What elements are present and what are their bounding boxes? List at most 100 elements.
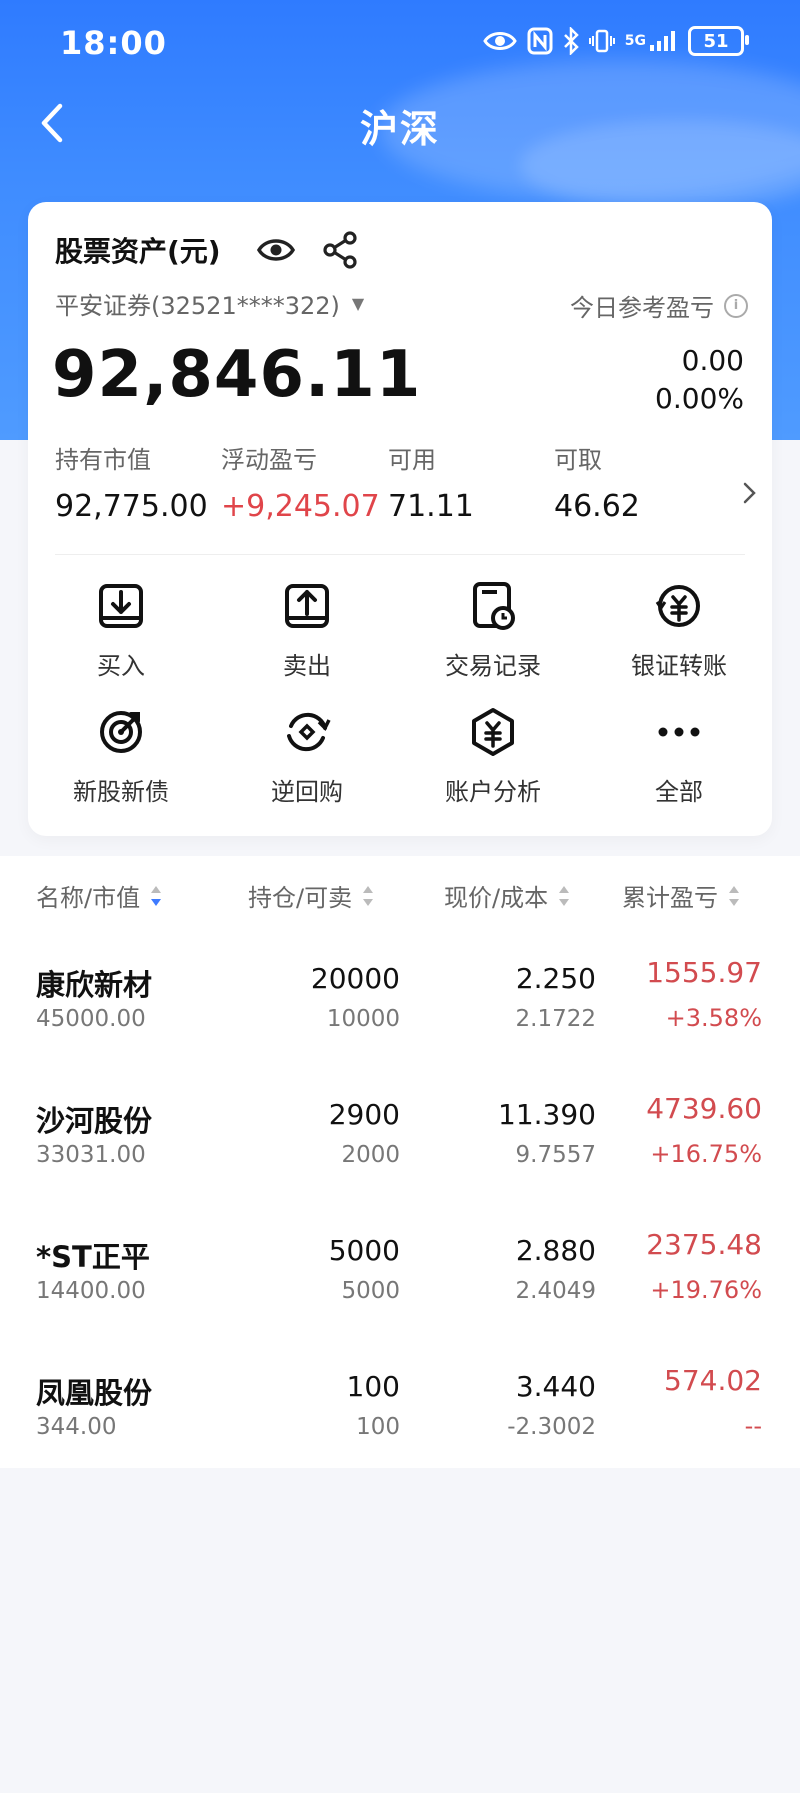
position: 100 — [346, 1370, 400, 1403]
table-row[interactable]: 康欣新材 45000.00 20000 10000 2.250 2.1722 1… — [0, 944, 800, 1080]
cumulative-pl-percent: +16.75% — [650, 1140, 762, 1168]
sort-price[interactable]: 现价/成本 — [444, 878, 570, 913]
battery-level: 51 — [703, 30, 729, 52]
cost-price: -2.3002 — [507, 1414, 596, 1440]
action-all[interactable]: 全部 — [586, 706, 772, 816]
reverse-repo-icon — [281, 706, 333, 758]
cumulative-pl-percent: +19.76% — [650, 1276, 762, 1304]
market-value: 33031.00 — [36, 1142, 146, 1168]
position: 20000 — [310, 962, 400, 995]
more-icon — [653, 706, 705, 758]
stat-label: 可用 — [388, 446, 436, 474]
sort-icon — [729, 885, 739, 906]
divider — [55, 554, 745, 555]
action-reverse-repo[interactable]: 逆回购 — [214, 706, 400, 816]
page-title: 沪深 — [359, 107, 440, 151]
action-label: 新股新债 — [73, 778, 169, 806]
available-qty: 10000 — [326, 1006, 400, 1032]
info-icon[interactable]: i — [724, 293, 748, 318]
current-price: 11.390 — [498, 1098, 596, 1131]
action-ipo[interactable]: 新股新债 — [28, 706, 214, 816]
toggle-visibility-button[interactable] — [256, 232, 296, 268]
cost-price: 2.1722 — [515, 1006, 596, 1032]
table-row[interactable]: *ST正平 14400.00 5000 5000 2.880 2.4049 23… — [0, 1216, 800, 1352]
asset-title: 股票资产(元) — [55, 235, 221, 268]
sort-icon — [151, 885, 162, 906]
share-icon — [323, 231, 357, 269]
today-pl-label: 今日参考盈亏 i — [570, 288, 748, 323]
stat-label: 持有市值 — [55, 446, 151, 474]
bank-transfer-icon — [653, 580, 705, 632]
column-header: 持仓/可卖 — [248, 884, 353, 912]
sort-position[interactable]: 持仓/可卖 — [248, 878, 374, 913]
stat-label: 可取 — [554, 446, 602, 474]
battery-icon: 51 — [688, 26, 749, 56]
broker-account-selector[interactable]: 平安证券(32521****322) ▼ — [55, 286, 364, 321]
table-row[interactable]: 沙河股份 33031.00 2900 2000 11.390 9.7557 47… — [0, 1080, 800, 1216]
stat-value: 92,775.00 — [55, 489, 208, 524]
cumulative-pl-percent: -- — [744, 1412, 762, 1440]
stat-value: +9,245.07 — [221, 489, 380, 524]
broker-account: 平安证券(32521****322) — [55, 292, 340, 320]
today-pl-label-text: 今日参考盈亏 — [570, 294, 714, 322]
holdings-table: 名称/市值 持仓/可卖 现价/成本 累计盈亏 康欣新材 45000.00 200… — [0, 856, 800, 1468]
stat-floating-pl: 浮动盈亏 +9,245.07 — [221, 440, 380, 524]
status-bar: 18:00 5G 51 — [0, 20, 800, 68]
action-account-analysis[interactable]: 账户分析 — [400, 706, 586, 816]
market-value: 45000.00 — [36, 1006, 146, 1032]
action-bank-transfer[interactable]: 银证转账 — [586, 580, 772, 690]
nav-bar: 沪深 — [0, 90, 800, 160]
eye-comfort-icon — [483, 29, 517, 53]
sort-name-mv[interactable]: 名称/市值 — [36, 878, 162, 913]
cost-price: 9.7557 — [515, 1142, 596, 1168]
status-time: 18:00 — [60, 24, 167, 62]
status-icons: 5G 51 — [483, 26, 749, 56]
action-trade-record[interactable]: 交易记录 — [400, 580, 586, 690]
cumulative-pl: 2375.48 — [646, 1228, 762, 1261]
action-label: 银证转账 — [631, 652, 727, 680]
stat-label: 浮动盈亏 — [221, 446, 317, 474]
current-price: 2.880 — [515, 1234, 596, 1267]
action-label: 全部 — [655, 778, 703, 806]
chevron-right-icon[interactable] — [737, 478, 761, 508]
ipo-icon — [95, 706, 147, 758]
position: 5000 — [328, 1234, 400, 1267]
stat-market-value: 持有市值 92,775.00 — [55, 440, 208, 524]
position: 2900 — [328, 1098, 400, 1131]
cumulative-pl-percent: +3.58% — [665, 1004, 762, 1032]
column-header: 名称/市值 — [36, 884, 141, 912]
cumulative-pl: 4739.60 — [646, 1092, 762, 1125]
available-qty: 2000 — [341, 1142, 400, 1168]
cumulative-pl: 1555.97 — [646, 956, 762, 989]
available-qty: 5000 — [341, 1278, 400, 1304]
action-label: 卖出 — [283, 652, 331, 680]
account-analysis-icon — [467, 706, 519, 758]
action-label: 逆回购 — [271, 778, 343, 806]
table-row[interactable]: 凤凰股份 344.00 100 100 3.440 -2.3002 574.02… — [0, 1352, 800, 1488]
network-type: 5G — [624, 33, 646, 49]
action-label: 账户分析 — [445, 778, 541, 806]
stock-name: 沙河股份 — [36, 1104, 153, 1138]
stock-name: 康欣新材 — [36, 968, 153, 1002]
sort-pl[interactable]: 累计盈亏 — [622, 878, 740, 913]
stock-name: *ST正平 — [36, 1240, 150, 1274]
asset-stats[interactable]: 持有市值 92,775.00 浮动盈亏 +9,245.07 可用 71.11 可… — [55, 440, 756, 530]
cost-price: 2.4049 — [515, 1278, 596, 1304]
signal-icon: 5G — [625, 29, 678, 53]
current-price: 3.440 — [515, 1370, 596, 1403]
cumulative-pl: 574.02 — [664, 1364, 762, 1397]
stat-available: 可用 71.11 — [388, 440, 474, 524]
bluetooth-icon — [563, 27, 579, 55]
vibrate-icon — [588, 28, 615, 54]
stat-withdrawable: 可取 46.62 — [554, 440, 640, 524]
stat-value: 71.11 — [388, 489, 474, 524]
today-pl-percent: 0.00% — [655, 382, 744, 415]
stat-value: 46.62 — [554, 489, 640, 524]
today-pl-amount: 0.00 — [681, 344, 744, 377]
action-sell[interactable]: 卖出 — [214, 580, 400, 690]
action-buy[interactable]: 买入 — [28, 580, 214, 690]
buy-icon — [95, 580, 147, 632]
nfc-icon — [527, 27, 553, 55]
share-button[interactable] — [321, 230, 361, 270]
column-header: 累计盈亏 — [622, 884, 718, 912]
